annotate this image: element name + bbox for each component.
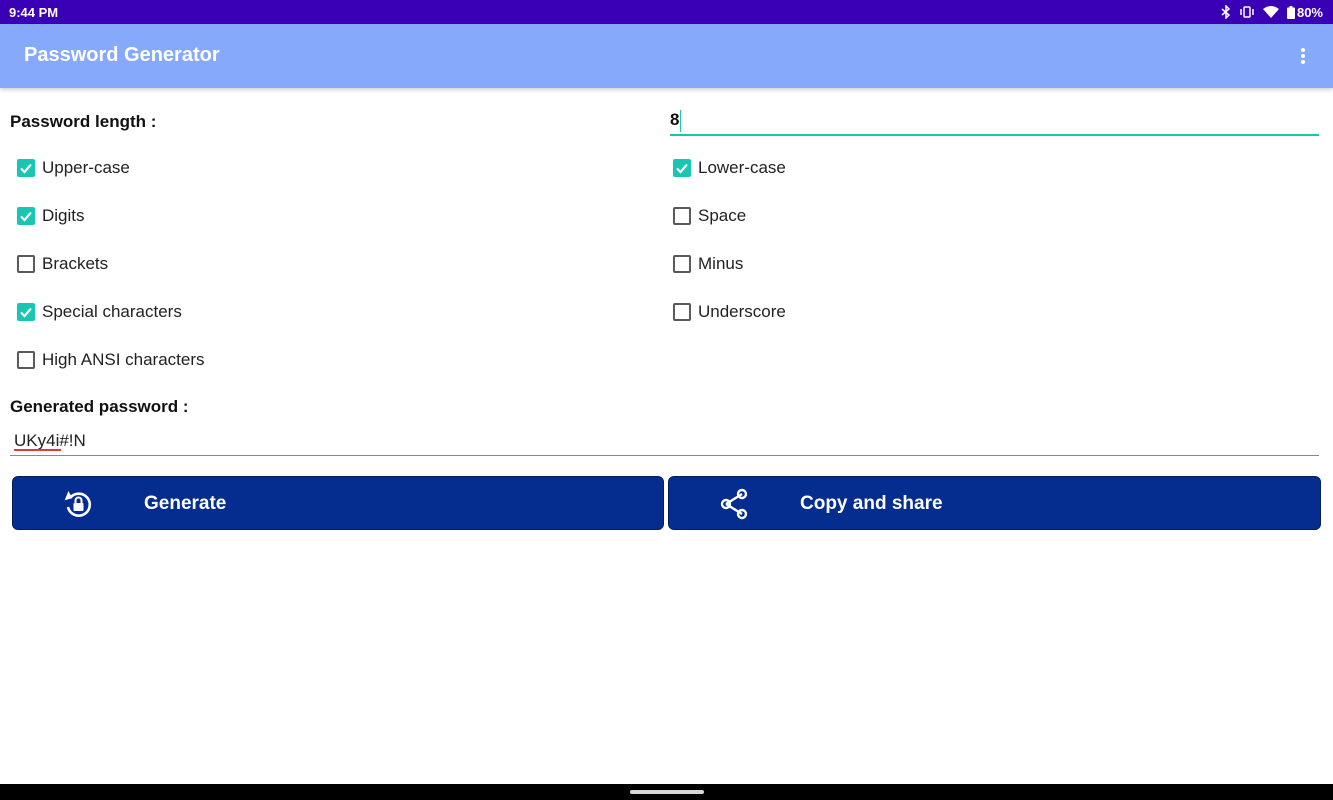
checkmark-icon [20,211,32,222]
option-upper-case[interactable]: Upper-case [17,158,130,178]
option-special-characters[interactable]: Special characters [17,302,182,322]
checkbox[interactable] [673,207,691,225]
status-time: 9:44 PM [9,4,59,20]
checkmark-icon [20,307,32,318]
checkbox[interactable] [673,159,691,177]
checkbox[interactable] [17,207,35,225]
checkbox[interactable] [17,159,35,177]
share-icon [720,488,748,520]
text-caret [680,110,681,132]
checkmark-icon [676,163,688,174]
copy-and-share-label: Copy and share [800,493,943,514]
generate-label: Generate [144,493,227,514]
checkbox[interactable] [17,351,35,369]
option-label: Lower-case [698,158,786,177]
generate-button[interactable]: Generate [12,476,664,530]
spellcheck-underline [14,449,61,451]
copy-and-share-button[interactable]: Copy and share [668,476,1321,530]
option-label: Special characters [42,302,182,321]
generated-password-value: UKy4i#!N [14,431,86,450]
option-brackets[interactable]: Brackets [17,254,108,274]
vibrate-icon [1240,6,1254,18]
battery-percent: 80% [1296,4,1323,20]
checkmark-icon [20,163,32,174]
status-bar: 9:44 PM 80% [0,0,1333,24]
password-length-label: Password length : [10,112,157,131]
option-label: Underscore [698,302,786,321]
option-label: Upper-case [42,158,130,177]
option-label: Space [698,206,747,225]
bluetooth-icon [1221,5,1231,19]
option-lower-case[interactable]: Lower-case [673,158,786,178]
overflow-menu-button[interactable] [1292,45,1314,67]
option-label: Minus [698,254,744,273]
home-gesture-handle[interactable] [630,790,704,794]
lock-reset-icon [64,490,92,517]
password-length-input[interactable] [670,108,1319,136]
generated-password-field[interactable]: UKy4i#!N [10,428,1319,456]
status-icons: 80% [1221,5,1323,20]
option-digits[interactable]: Digits [17,206,85,226]
option-high-ansi-characters[interactable]: High ANSI characters [17,350,205,370]
app-title: Password Generator [24,44,220,66]
option-label: Digits [42,206,85,225]
option-label: High ANSI characters [42,350,205,369]
more-vert-icon [1301,48,1305,64]
checkbox[interactable] [17,255,35,273]
battery-icon [1286,5,1295,19]
option-space[interactable]: Space [673,206,746,226]
option-underscore[interactable]: Underscore [673,302,786,322]
checkbox[interactable] [673,303,691,321]
option-minus[interactable]: Minus [673,254,743,274]
checkbox[interactable] [673,255,691,273]
option-label: Brackets [42,254,109,273]
wifi-icon [1262,6,1279,18]
checkbox[interactable] [17,303,35,321]
app-bar: Password Generator [0,24,1333,88]
generated-password-label: Generated password : [10,397,189,416]
